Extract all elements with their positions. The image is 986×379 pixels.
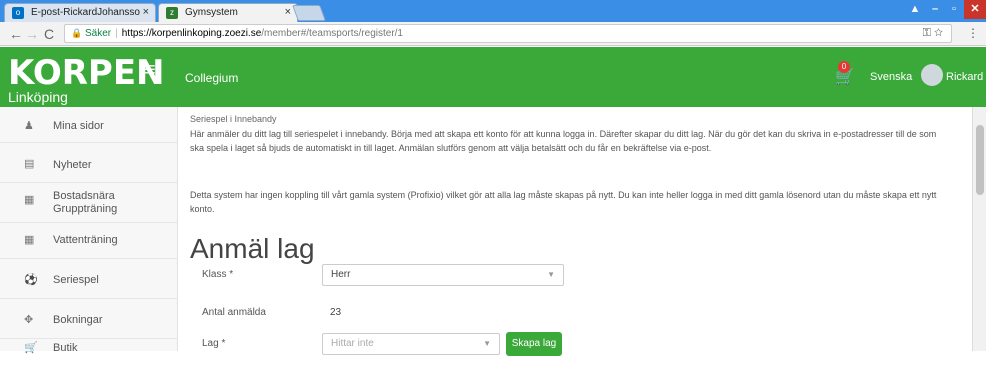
chevron-down-icon: ▼ (483, 339, 491, 348)
hamburger-menu-icon[interactable]: ≡ (144, 59, 156, 82)
class-label: Klass * (202, 269, 234, 280)
address-bar: ← → C 🔒 Säker | https://korpenlinkoping.zo… (0, 22, 986, 46)
sidebar-item-seriespel[interactable]: ⚽ Seriespel (0, 259, 178, 299)
section-subtitle: Seriespel i Innebandy (190, 114, 277, 124)
team-select[interactable]: Hittar inte ▼ (322, 333, 500, 355)
calendar-icon: ▦ (24, 194, 35, 206)
zoezi-icon: z (166, 7, 178, 19)
sidebar-item-label: Nyheter (53, 159, 92, 171)
sidebar: ♟ Mina sidor ▤ Nyheter ▦ Bostadsnära Gru… (0, 107, 178, 354)
tab-email-close-icon[interactable]: × (143, 4, 149, 21)
class-select[interactable]: Herr ▼ (322, 264, 564, 286)
tab-gymsystem[interactable]: z Gymsystem × (158, 3, 298, 22)
tab-gymsystem-close-icon[interactable]: × (285, 4, 291, 21)
org-name[interactable]: Collegium (185, 71, 238, 85)
forward-icon[interactable]: → (25, 24, 39, 44)
minimize-icon[interactable]: – (926, 0, 944, 19)
calendar-icon: ▦ (24, 234, 35, 246)
page-title: Anmäl lag (190, 233, 315, 264)
sidebar-item-vattentraning[interactable]: ▦ Vattenträning (0, 223, 178, 259)
tab-email[interactable]: o E-post-RickardJohansso × (4, 3, 156, 22)
secure-label: Säker (85, 28, 112, 39)
browser-menu-icon[interactable]: ⋮ (967, 26, 979, 40)
sidebar-item-label: Butik (53, 342, 78, 354)
tab-gymsystem-label: Gymsystem (185, 7, 238, 18)
cart-count-badge: 0 (838, 61, 850, 73)
team-label: Lag * (202, 338, 226, 349)
lock-icon: 🔒 (71, 28, 83, 38)
intro-paragraph: Här anmäler du ditt lag till seriespelet… (190, 129, 937, 153)
count-value: 23 (330, 307, 342, 318)
maximize-icon[interactable]: ▫ (945, 0, 963, 19)
user-icon[interactable]: ▲ (905, 0, 925, 19)
ball-icon: ⚽ (24, 274, 38, 286)
korpen-logo[interactable]: KORPEN Linköping (8, 53, 165, 105)
newspaper-icon: ▤ (24, 158, 35, 170)
sidebar-item-label: Vattenträning (53, 234, 118, 246)
back-icon[interactable]: ← (9, 24, 23, 44)
chevron-down-icon: ▼ (547, 270, 555, 279)
person-icon: ♟ (24, 120, 34, 132)
sidebar-item-label: Bokningar (53, 314, 103, 326)
count-label: Antal anmälda (202, 307, 266, 318)
avatar[interactable] (921, 64, 943, 86)
user-menu[interactable]: Rickard (946, 71, 983, 83)
language-selector[interactable]: Svenska (870, 71, 912, 83)
sidebar-item-nyheter[interactable]: ▤ Nyheter (0, 143, 178, 183)
url-input[interactable]: 🔒 Säker | https://korpenlinkoping.zoezi.se… (64, 24, 952, 43)
team-select-placeholder: Hittar inte (331, 338, 374, 349)
page-scrollbar[interactable] (972, 107, 986, 351)
class-select-value: Herr (331, 269, 351, 280)
info-paragraph: Detta system har ingen koppling till vår… (190, 190, 937, 214)
url-host: https://korpenlinkoping.zoezi.se (121, 28, 262, 39)
sidebar-item-label: Mina sidor (53, 120, 104, 132)
outlook-icon: o (12, 7, 24, 19)
sidebar-item-bokningar[interactable]: ✥ Bokningar (0, 299, 178, 339)
reload-icon[interactable]: C (44, 24, 54, 44)
new-tab-button[interactable] (292, 5, 326, 21)
tab-email-label: E-post-RickardJohansso (31, 7, 140, 18)
logo-main: KORPEN (8, 53, 165, 93)
browser-titlebar: o E-post-RickardJohansso × z Gymsystem ×… (0, 0, 986, 22)
sidebar-item-label: Seriespel (53, 274, 99, 286)
sidebar-item-label: Bostadsnära Gruppträning (53, 190, 118, 215)
create-team-button[interactable]: Skapa lag (506, 332, 562, 356)
main-content: Seriespel i Innebandy Här anmäler du dit… (178, 107, 972, 356)
app-header: KORPEN Linköping ≡ Collegium 🛒 0 Svenska… (0, 47, 986, 107)
sidebar-item-butik[interactable]: 🛒 Butik (0, 339, 178, 379)
sidebar-item-mina-sidor[interactable]: ♟ Mina sidor (0, 107, 178, 143)
bookmark-star-icon[interactable]: ⚿ ☆ (923, 25, 943, 42)
scrollbar-thumb[interactable] (976, 125, 984, 195)
sidebar-item-bostadsnara[interactable]: ▦ Bostadsnära Gruppträning (0, 183, 178, 223)
pin-icon: ✥ (24, 314, 34, 326)
url-path: /member#/teamsports/register/1 (261, 28, 403, 39)
close-window-icon[interactable]: ✕ (964, 0, 986, 19)
cart-icon: 🛒 (24, 342, 38, 354)
